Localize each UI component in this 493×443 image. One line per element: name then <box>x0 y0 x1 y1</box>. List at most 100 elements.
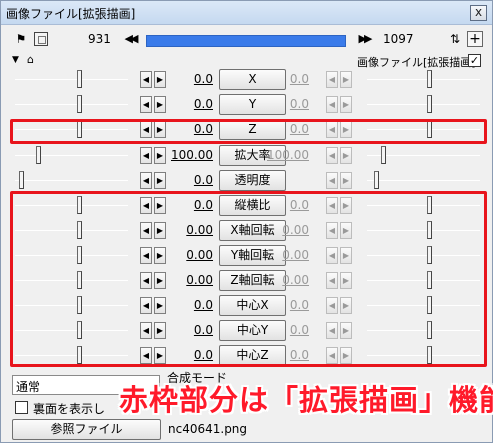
end-decrement-arrow-icon: ◀ <box>326 222 338 239</box>
start-slider-thumb[interactable] <box>77 246 82 264</box>
title-bar: 画像ファイル[拡張描画] x <box>1 1 492 25</box>
end-increment-arrow-icon: ▶ <box>340 222 352 239</box>
end-increment-arrow-icon: ▶ <box>340 322 352 339</box>
window-title: 画像ファイル[拡張描画] <box>6 7 136 21</box>
param-row: ◀ ▶ 0.00 Y軸回転 0.00 ◀ ▶ <box>1 244 492 268</box>
start-slider-track[interactable] <box>15 205 128 206</box>
start-value[interactable]: 0.0 <box>159 298 213 312</box>
reference-file-button[interactable]: 参照ファイル <box>12 419 161 440</box>
start-slider-track[interactable] <box>15 255 128 256</box>
end-decrement-arrow-icon: ◀ <box>326 147 338 164</box>
start-slider-thumb[interactable] <box>77 271 82 289</box>
start-slider-track[interactable] <box>15 155 128 156</box>
start-slider-track[interactable] <box>15 79 128 80</box>
frame-toolbar: ⚑ 931 ◀◀ ▶▶ 1097 ⇅ + <box>1 29 492 51</box>
param-row: ◀ ▶ 0.0 中心Z 0.0 ◀ ▶ <box>1 344 492 368</box>
decrement-arrow-icon[interactable]: ◀ <box>140 222 152 239</box>
end-decrement-arrow-icon: ◀ <box>326 322 338 339</box>
decrement-arrow-icon[interactable]: ◀ <box>140 121 152 138</box>
start-value[interactable]: 0.0 <box>159 198 213 212</box>
flag-icon[interactable]: ⚑ <box>13 32 29 46</box>
end-slider-track <box>367 180 480 181</box>
start-slider-thumb[interactable] <box>77 120 82 138</box>
start-value[interactable]: 100.00 <box>159 148 213 162</box>
start-slider-thumb[interactable] <box>77 346 82 364</box>
end-slider-thumb <box>427 246 432 264</box>
start-slider-thumb[interactable] <box>77 221 82 239</box>
annotation-caption: 赤枠部分は「拡張描画」機能 <box>119 383 493 417</box>
start-slider-track[interactable] <box>15 280 128 281</box>
decrement-arrow-icon[interactable]: ◀ <box>140 197 152 214</box>
start-slider-thumb[interactable] <box>77 321 82 339</box>
collapse-triangle-icon[interactable]: ▼ <box>12 55 19 65</box>
start-slider-thumb[interactable] <box>19 171 24 189</box>
param-row: ◀ ▶ 0.0 Y 0.0 ◀ ▶ <box>1 93 492 117</box>
end-increment-arrow-icon: ▶ <box>340 121 352 138</box>
param-row: ◀ ▶ 0.0 X 0.0 ◀ ▶ <box>1 68 492 92</box>
start-slider-thumb[interactable] <box>77 296 82 314</box>
start-slider-track[interactable] <box>15 104 128 105</box>
end-increment-arrow-icon: ▶ <box>340 147 352 164</box>
decrement-arrow-icon[interactable]: ◀ <box>140 147 152 164</box>
end-value: 0.0 <box>289 198 309 212</box>
start-slider-track[interactable] <box>15 180 128 181</box>
start-value[interactable]: 0.00 <box>159 223 213 237</box>
start-value[interactable]: 0.00 <box>159 248 213 262</box>
start-value[interactable]: 0.0 <box>159 97 213 111</box>
end-value: 100.00 <box>267 148 309 162</box>
start-slider-thumb[interactable] <box>36 146 41 164</box>
close-button[interactable]: x <box>470 5 487 21</box>
end-decrement-arrow-icon: ◀ <box>326 347 338 364</box>
start-slider-thumb[interactable] <box>77 95 82 113</box>
frame-timeline-bar[interactable] <box>146 35 346 47</box>
end-value: 0.0 <box>289 97 309 111</box>
end-frame: 1097 <box>383 32 414 46</box>
end-slider-thumb <box>427 95 432 113</box>
end-value: 0.00 <box>282 248 309 262</box>
param-row: ◀ ▶ 0.0 透明度 ◀ ▶ <box>1 169 492 193</box>
start-value[interactable]: 0.0 <box>159 348 213 362</box>
start-value[interactable]: 0.00 <box>159 273 213 287</box>
double-right-arrow-icon[interactable]: ▶▶ <box>353 31 375 48</box>
decrement-arrow-icon[interactable]: ◀ <box>140 96 152 113</box>
start-slider-track[interactable] <box>15 305 128 306</box>
decrement-arrow-icon[interactable]: ◀ <box>140 71 152 88</box>
end-slider-thumb <box>427 296 432 314</box>
decrement-arrow-icon[interactable]: ◀ <box>140 247 152 264</box>
start-slider-thumb[interactable] <box>77 70 82 88</box>
end-increment-arrow-icon: ▶ <box>340 297 352 314</box>
double-left-arrow-icon[interactable]: ◀◀ <box>119 31 141 48</box>
object-enable-checkbox[interactable]: ✓ <box>468 54 481 67</box>
end-slider-track <box>367 305 480 306</box>
end-slider-thumb <box>427 120 432 138</box>
reverse-side-checkbox[interactable] <box>15 401 28 414</box>
decrement-arrow-icon[interactable]: ◀ <box>140 322 152 339</box>
end-slider-track <box>367 104 480 105</box>
decrement-arrow-icon[interactable]: ◀ <box>140 172 152 189</box>
param-row: ◀ ▶ 0.0 中心X 0.0 ◀ ▶ <box>1 294 492 318</box>
link-icon[interactable]: ⇅ <box>447 32 463 46</box>
start-value[interactable]: 0.0 <box>159 323 213 337</box>
add-icon[interactable]: + <box>467 31 483 47</box>
decrement-arrow-icon[interactable]: ◀ <box>140 297 152 314</box>
start-slider-thumb[interactable] <box>77 196 82 214</box>
param-button[interactable]: 透明度 <box>219 170 286 191</box>
decrement-arrow-icon[interactable]: ◀ <box>140 272 152 289</box>
start-slider-track[interactable] <box>15 230 128 231</box>
screen-icon[interactable] <box>34 32 48 46</box>
end-value: 0.0 <box>289 348 309 362</box>
start-slider-track[interactable] <box>15 129 128 130</box>
end-increment-arrow-icon: ▶ <box>340 272 352 289</box>
end-decrement-arrow-icon: ◀ <box>326 197 338 214</box>
decrement-arrow-icon[interactable]: ◀ <box>140 347 152 364</box>
end-slider-track <box>367 79 480 80</box>
start-value[interactable]: 0.0 <box>159 72 213 86</box>
start-value[interactable]: 0.0 <box>159 173 213 187</box>
param-row: ◀ ▶ 0.0 Z 0.0 ◀ ▶ <box>1 118 492 142</box>
start-value[interactable]: 0.0 <box>159 122 213 136</box>
param-row: ◀ ▶ 0.0 中心Y 0.0 ◀ ▶ <box>1 319 492 343</box>
end-decrement-arrow-icon: ◀ <box>326 272 338 289</box>
start-slider-track[interactable] <box>15 330 128 331</box>
start-slider-track[interactable] <box>15 355 128 356</box>
end-decrement-arrow-icon: ◀ <box>326 96 338 113</box>
